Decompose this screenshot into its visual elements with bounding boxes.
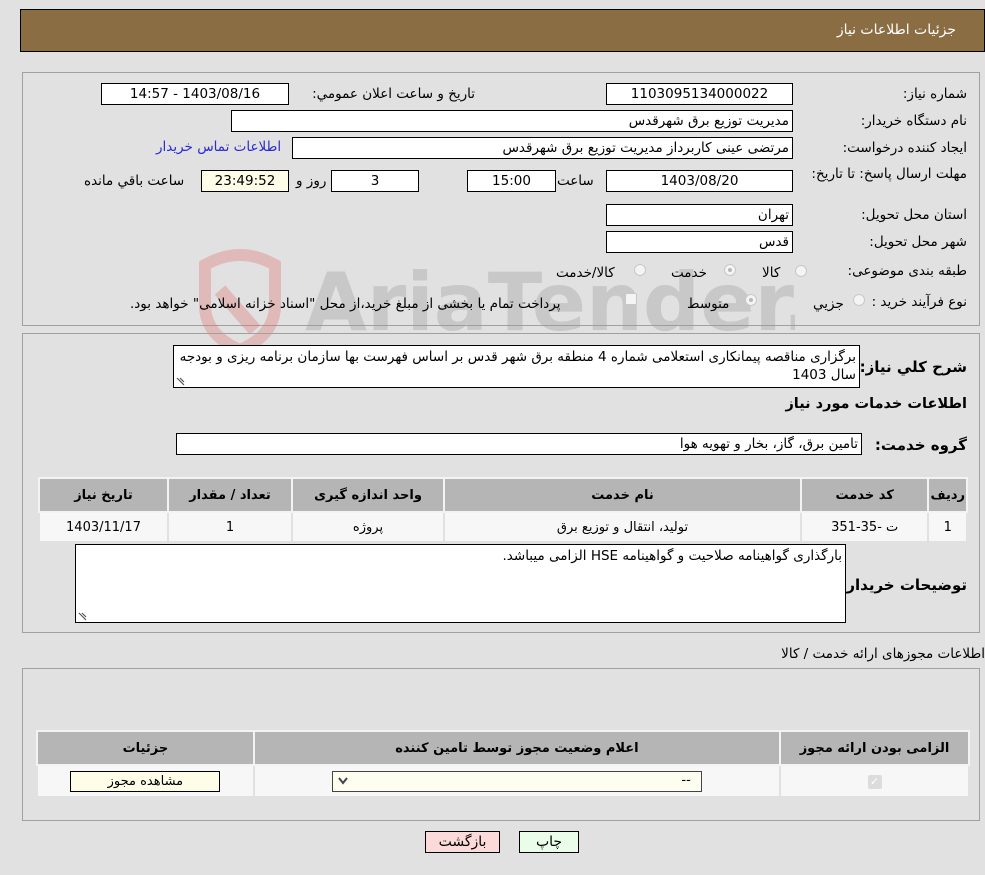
col-permit-required: الزامی بودن ارائه مجوز — [779, 730, 970, 766]
category-goods-label: کالا — [762, 265, 781, 281]
time-remaining-field: 23:49:52 — [201, 170, 289, 192]
deadline-label: مهلت ارسال پاسخ: تا تاریخ: — [811, 166, 967, 182]
col-permit-details: جزئیات — [36, 730, 255, 766]
view-permit-button[interactable]: مشاهده مجوز — [70, 770, 221, 792]
col-service-name: نام خدمت — [443, 477, 802, 513]
services-table-header: ردیف کد خدمت نام خدمت واحد اندازه گیری ت… — [38, 477, 968, 513]
cell-quantity: 1 — [167, 511, 293, 543]
cell-service-code: ت -35-351 — [799, 511, 930, 543]
announce-field: 1403/08/16 - 14:57 — [101, 83, 289, 105]
deadline-date-field: 1403/08/20 — [606, 170, 793, 192]
table-row: 1 ت -35-351 تولید، انتقال و توزیع برق پر… — [38, 511, 968, 543]
col-service-code: کد خدمت — [799, 477, 930, 513]
announce-label: تاريخ و ساعت اعلان عمومي: — [312, 86, 475, 102]
province-label: استان محل تحویل: — [861, 207, 967, 223]
permit-status-value: -- — [681, 772, 691, 788]
permits-section-title: اطلاعات مجوزهای ارائه خدمت / کالا — [781, 646, 985, 662]
process-radio-small[interactable] — [853, 294, 865, 306]
permit-status-select[interactable]: -- — [331, 770, 702, 792]
cell-row: 1 — [927, 511, 968, 543]
process-radio-medium[interactable] — [745, 294, 757, 306]
creator-field: مرتضی عینی کاربرداز مدیریت توزیع برق شهر… — [292, 137, 793, 159]
buyer-notes-label: توضیحات خریدار: — [840, 576, 967, 594]
time-remaining-label: ساعت باقي مانده — [84, 173, 185, 189]
deadline-time-label: ساعت — [557, 173, 594, 189]
page-title: جزئیات اطلاعات نیاز — [836, 22, 956, 38]
buyer-notes-textarea[interactable]: بارگذاری گواهینامه صلاحیت و گواهینامه HS… — [75, 544, 846, 623]
permit-required-checkbox[interactable]: ✓ — [867, 774, 882, 789]
cell-permit-required: ✓ — [779, 764, 970, 798]
cell-permit-details: مشاهده مجوز — [36, 764, 255, 798]
city-field: قدس — [606, 231, 793, 253]
col-permit-status: اعلام وضعیت مجوز توسط تامین کننده — [252, 730, 782, 766]
need-number-label: شماره نیاز: — [902, 86, 967, 102]
cell-permit-status: -- — [252, 764, 782, 798]
description-textarea[interactable]: برگزاری مناقصه پیمانکاری استعلامی شماره … — [173, 345, 860, 388]
category-radio-goods-service[interactable] — [634, 264, 646, 276]
days-remaining-field: 3 — [331, 170, 419, 192]
buyer-notes-text: بارگذاری گواهینامه صلاحیت و گواهینامه HS… — [502, 548, 843, 564]
need-number-field: 1103095134000022 — [606, 83, 793, 105]
services-table: ردیف کد خدمت نام خدمت واحد اندازه گیری ت… — [38, 477, 968, 543]
permits-table-header: الزامی بودن ارائه مجوز اعلام وضعیت مجوز … — [36, 730, 970, 766]
service-group-label: گروه خدمت: — [874, 436, 967, 454]
page-header: جزئیات اطلاعات نیاز — [20, 9, 985, 52]
resize-grip-icon[interactable] — [77, 611, 87, 621]
category-goods-service-label: کالا/خدمت — [556, 265, 615, 281]
cell-need-date: 1403/11/17 — [38, 511, 169, 543]
deadline-time-field: 15:00 — [467, 170, 556, 192]
col-need-date: تاریخ نیاز — [38, 477, 169, 513]
treasury-checkbox[interactable] — [625, 293, 637, 305]
chevron-down-icon — [338, 776, 348, 785]
services-section-title: اطلاعات خدمات مورد نیاز — [785, 396, 967, 412]
col-quantity: تعداد / مقدار — [167, 477, 293, 513]
buyer-org-field: مدیریت توزیع برق شهرقدس — [231, 110, 793, 132]
process-medium-label: متوسط — [687, 296, 730, 312]
days-label: روز و — [296, 173, 327, 189]
buyer-contact-link[interactable]: اطلاعات تماس خریدار — [156, 139, 281, 155]
col-unit: واحد اندازه گیری — [290, 477, 446, 513]
cell-unit: پروژه — [290, 511, 446, 543]
process-label: نوع فرآیند خرید : — [871, 294, 967, 310]
category-radio-goods[interactable] — [795, 265, 807, 277]
category-service-label: خدمت — [671, 265, 707, 281]
description-label: شرح کلي نياز: — [859, 358, 967, 376]
buyer-org-label: نام دستگاه خریدار: — [860, 113, 967, 129]
treasury-note: پرداخت تمام یا بخشی از مبلغ خرید،از محل … — [130, 296, 561, 312]
city-label: شهر محل تحویل: — [869, 234, 967, 250]
category-radio-service[interactable] — [724, 264, 736, 276]
resize-grip-icon[interactable] — [175, 376, 185, 386]
permits-table: الزامی بودن ارائه مجوز اعلام وضعیت مجوز … — [36, 730, 970, 798]
category-label: طبقه بندی موضوعی: — [847, 263, 967, 279]
print-button[interactable]: چاپ — [519, 831, 579, 853]
table-row: ✓ -- مشاهده مجوز — [36, 764, 970, 798]
cell-service-name: تولید، انتقال و توزیع برق — [443, 511, 802, 543]
province-field: تهران — [606, 204, 793, 226]
process-small-label: جزيي — [813, 296, 844, 312]
back-button[interactable]: بازگشت — [425, 831, 500, 853]
creator-label: ایجاد کننده درخواست: — [842, 140, 967, 156]
service-group-field: تامین برق، گاز، بخار و تهویه هوا — [176, 433, 862, 455]
description-text: برگزاری مناقصه پیمانکاری استعلامی شماره … — [179, 349, 856, 383]
col-row: ردیف — [927, 477, 968, 513]
